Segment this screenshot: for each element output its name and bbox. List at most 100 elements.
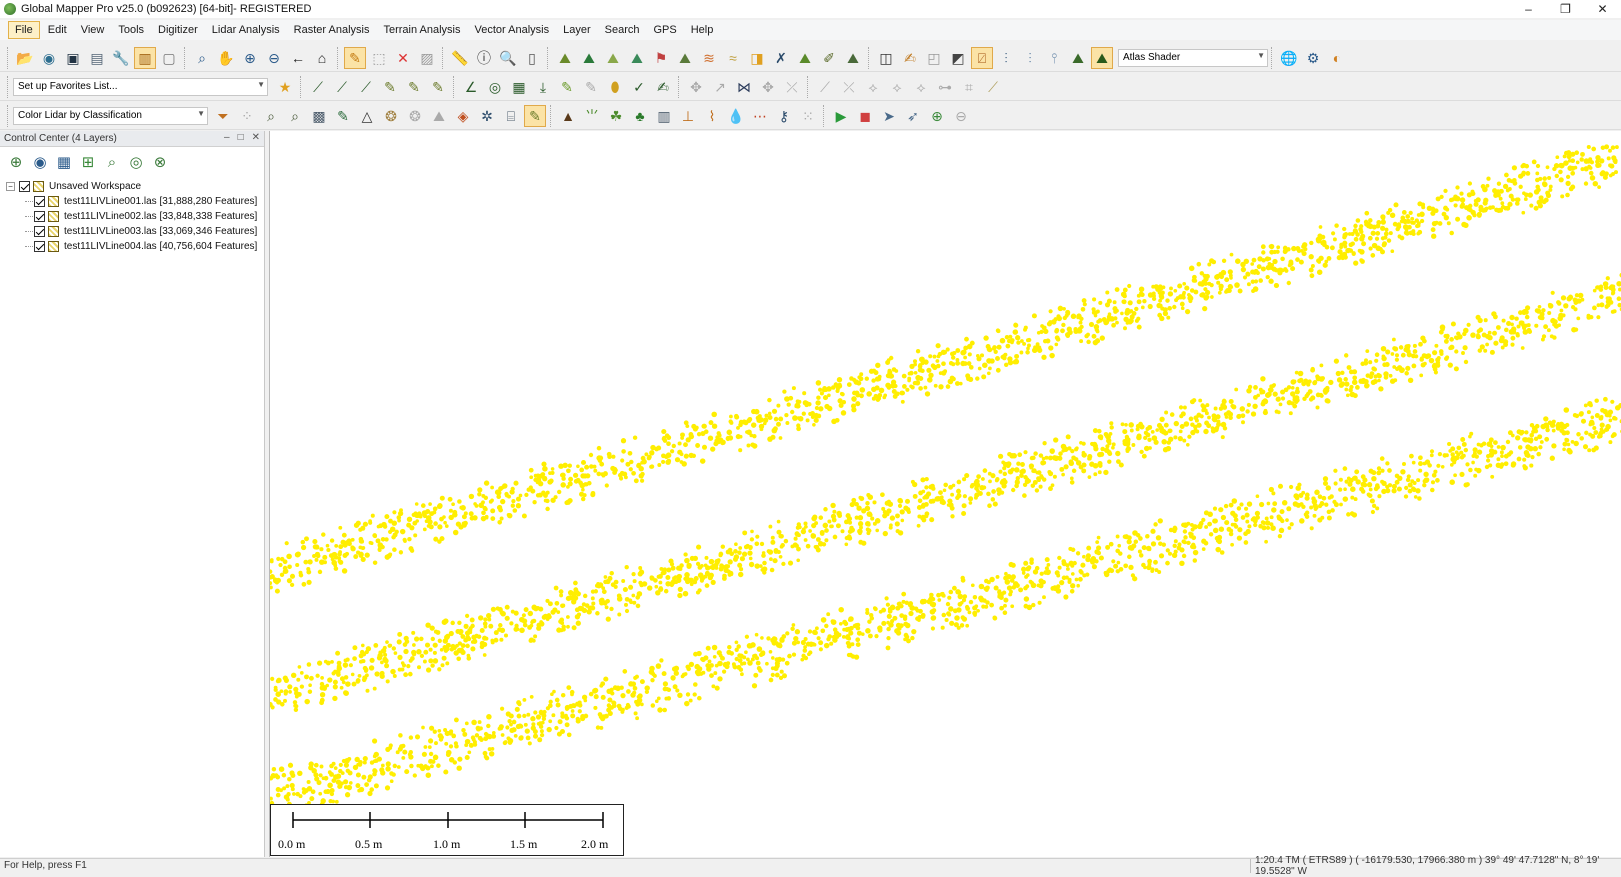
draw-line-2-icon[interactable]: ⟋ — [331, 76, 353, 98]
lidar-network-icon[interactable]: ✲ — [476, 105, 498, 127]
menu-view[interactable]: View — [75, 22, 111, 38]
check-tool-icon[interactable]: ✓ — [628, 76, 650, 98]
layer-item[interactable]: test11LIVLine004.las [40,756,604 Feature… — [6, 239, 264, 254]
lidar-search-icon[interactable]: ⌕ — [260, 105, 282, 127]
measure-line-icon[interactable]: ⟋ — [982, 76, 1004, 98]
terrain-stripes-icon[interactable]: ≋ — [698, 47, 720, 69]
view-toggle-icon[interactable]: ⍁ — [971, 46, 993, 69]
lidar-cloud-2-icon[interactable]: ❂ — [404, 105, 426, 127]
classify-building-icon[interactable]: ▥ — [653, 105, 675, 127]
terrain-chart-icon[interactable]: ⛰ — [794, 47, 816, 69]
shader-dropdown[interactable]: Atlas Shader ▼ — [1118, 48, 1268, 67]
profile-4-icon[interactable]: ⛰ — [1067, 47, 1089, 69]
layer-search-icon[interactable]: ⌕ — [101, 151, 123, 173]
terrain-flag-icon[interactable]: ⚑ — [650, 47, 672, 69]
config-wrench-icon[interactable]: 🔧 — [110, 47, 132, 69]
menu-lidar-analysis[interactable]: Lidar Analysis — [206, 22, 286, 38]
profile-3-icon[interactable]: ⫯ — [1043, 47, 1065, 69]
terrain-5-icon[interactable]: ⛰ — [674, 47, 696, 69]
shader-tool-icon[interactable]: ✍ — [899, 47, 921, 69]
zoom-box-icon[interactable]: ⌕ — [191, 47, 213, 69]
lidar-select-icon[interactable]: ⌕ — [284, 105, 306, 127]
workspace-checkbox[interactable] — [19, 181, 30, 192]
favorites-star-icon[interactable]: ★ — [274, 76, 296, 98]
play-icon[interactable]: ▶ — [830, 105, 852, 127]
lidar-grid-icon[interactable]: ▩ — [308, 105, 330, 127]
map-view[interactable] — [269, 131, 1621, 857]
line-edit-1-icon[interactable]: ⟋ — [814, 76, 836, 98]
terrain-map-icon[interactable]: ◨ — [746, 47, 768, 69]
lidar-color-dropdown[interactable]: Color Lidar by Classification ▼ — [13, 106, 208, 125]
globe-data-icon[interactable]: ◉ — [38, 47, 60, 69]
gps-add-icon[interactable]: ⊕ — [926, 105, 948, 127]
move-vertex-icon[interactable]: ✥ — [685, 76, 707, 98]
toolbar-grip[interactable] — [337, 46, 340, 69]
menu-raster-analysis[interactable]: Raster Analysis — [288, 22, 376, 38]
panel-float-icon[interactable]: □ — [238, 132, 244, 143]
edit-feature-icon[interactable]: ▨ — [416, 47, 438, 69]
panel-close-icon[interactable]: ✕ — [252, 132, 260, 143]
classify-ground-icon[interactable]: ▲ — [557, 105, 579, 127]
draw-line-5-icon[interactable]: ✎ — [403, 76, 425, 98]
minimize-button[interactable]: – — [1510, 0, 1547, 18]
menu-vector-analysis[interactable]: Vector Analysis — [469, 22, 556, 38]
restore-button[interactable]: ❐ — [1547, 0, 1584, 18]
layer-item[interactable]: test11LIVLine001.las [31,888,280 Feature… — [6, 194, 264, 209]
toolbar-grip[interactable] — [868, 46, 871, 69]
gps-vehicle-icon[interactable]: ➤ — [878, 105, 900, 127]
lidar-points-icon[interactable]: ⁘ — [236, 105, 258, 127]
layer-remove-icon[interactable]: ⊗ — [149, 151, 171, 173]
lidar-triangle-icon[interactable]: △ — [356, 105, 378, 127]
profile-2-icon[interactable]: ⫶ — [1019, 47, 1041, 69]
close-button[interactable]: ✕ — [1584, 0, 1621, 18]
classify-grass-icon[interactable]: ⺌ — [581, 105, 603, 127]
layer-checkbox[interactable] — [34, 211, 45, 222]
angle-tool-icon[interactable]: ∠ — [460, 76, 482, 98]
lidar-edit-icon[interactable]: ✎ — [332, 105, 354, 127]
shader-mountain-icon[interactable]: ⛰ — [1091, 46, 1113, 69]
toolbar-grip[interactable] — [442, 46, 445, 69]
profile-1-icon[interactable]: ⫶ — [995, 47, 1017, 69]
toolbar-grip[interactable] — [7, 46, 10, 69]
terrain-4-icon[interactable]: ⛰ — [626, 47, 648, 69]
terrain-3-icon[interactable]: ⛰ — [602, 47, 624, 69]
menu-terrain-analysis[interactable]: Terrain Analysis — [377, 22, 466, 38]
classify-water-icon[interactable]: 💧 — [725, 105, 747, 127]
zoom-out-icon[interactable]: ⊖ — [263, 47, 285, 69]
menu-help[interactable]: Help — [685, 22, 720, 38]
menu-layer[interactable]: Layer — [557, 22, 597, 38]
toolbar-grip[interactable] — [547, 46, 550, 69]
gps-track-icon[interactable]: ➶ — [902, 105, 924, 127]
target-tool-icon[interactable]: ◎ — [484, 76, 506, 98]
grid-tool-icon[interactable]: ▦ — [508, 76, 530, 98]
layer-add-icon[interactable]: ⊞ — [77, 151, 99, 173]
toolbar-grip[interactable] — [184, 46, 187, 69]
brush-tool-icon[interactable]: ✎ — [556, 76, 578, 98]
device-icon[interactable]: ▯ — [521, 47, 543, 69]
lidar-cloud-1-icon[interactable]: ❂ — [380, 105, 402, 127]
layer-item[interactable]: test11LIVLine003.las [33,069,346 Feature… — [6, 224, 264, 239]
view-frame-icon[interactable]: ◰ — [923, 47, 945, 69]
toolbar-grip[interactable] — [7, 104, 10, 127]
toolbar-grip[interactable] — [678, 75, 681, 98]
zoom-layer-icon[interactable]: ⊕ — [5, 151, 27, 173]
draw-line-4-icon[interactable]: ✎ — [379, 76, 401, 98]
classify-line-icon[interactable]: ⋯ — [749, 105, 771, 127]
classify-noise-icon[interactable]: ⁙ — [797, 105, 819, 127]
menu-edit[interactable]: Edit — [42, 22, 73, 38]
classify-pole-icon[interactable]: ⊥ — [677, 105, 699, 127]
terrain-person-icon[interactable]: ⛰ — [842, 47, 864, 69]
layer-item[interactable]: test11LIVLine002.las [33,848,338 Feature… — [6, 209, 264, 224]
node-edit-icon[interactable]: ⋈ — [733, 76, 755, 98]
panel-minimize-icon[interactable]: – — [224, 132, 230, 143]
classify-key-icon[interactable]: ⚷ — [773, 105, 795, 127]
select-box-icon[interactable]: ⬚ — [368, 47, 390, 69]
shapes-tool-icon[interactable]: ⬮ — [604, 76, 626, 98]
line-edit-6-icon[interactable]: ⊶ — [934, 76, 956, 98]
eraser-tool-icon[interactable]: ✎ — [580, 76, 602, 98]
draw-line-1-icon[interactable]: ⟋ — [307, 76, 329, 98]
menu-file[interactable]: File — [8, 21, 40, 39]
layer-table-icon[interactable]: ▦ — [53, 151, 75, 173]
terrain-contour-icon[interactable]: ≈ — [722, 47, 744, 69]
toolbar-grip[interactable] — [807, 75, 810, 98]
